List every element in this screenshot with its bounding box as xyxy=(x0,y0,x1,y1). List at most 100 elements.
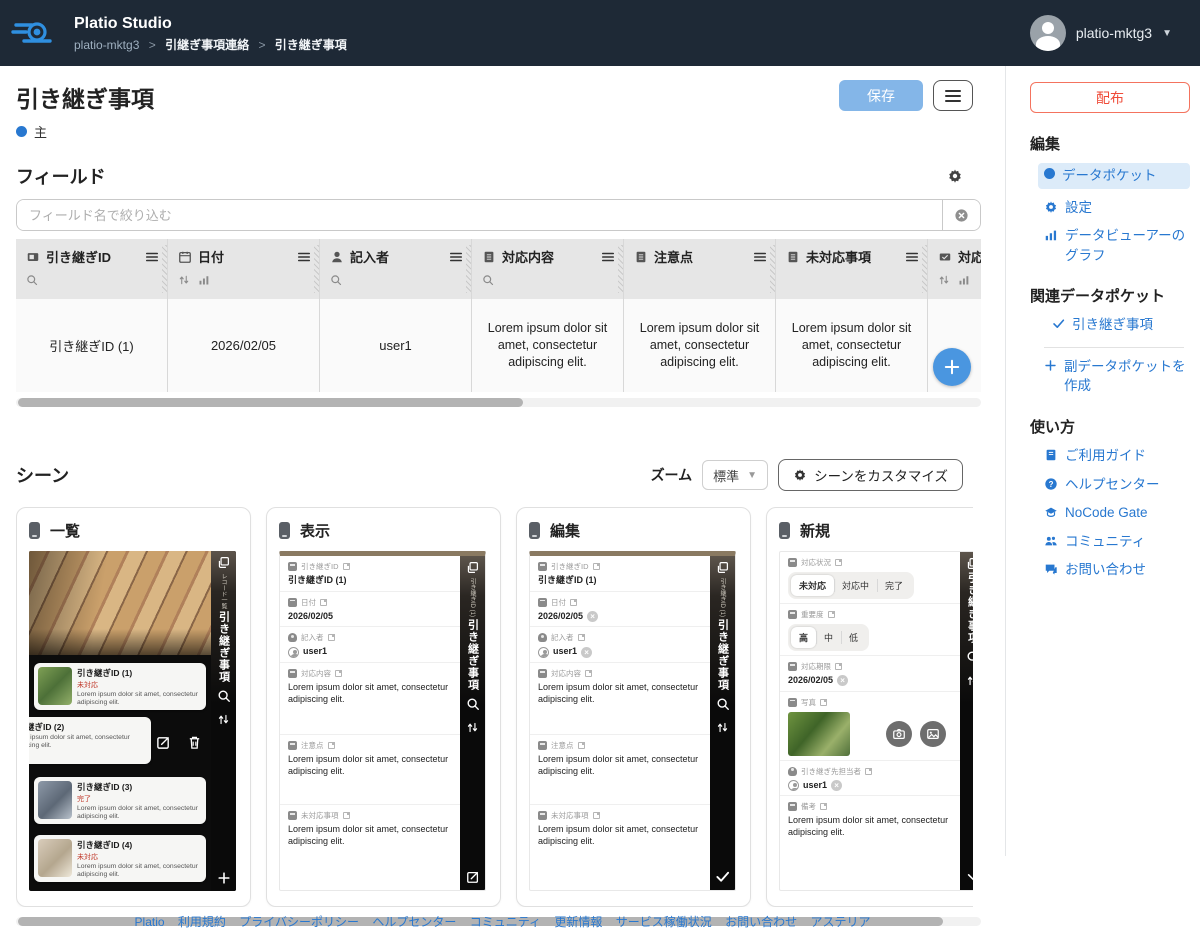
sidebar-item-label: ご利用ガイド xyxy=(1065,446,1146,466)
field-filter-input[interactable] xyxy=(17,200,942,230)
people-icon xyxy=(1044,534,1058,548)
column-header[interactable]: 対応状況 xyxy=(928,239,981,299)
page-menu-button[interactable] xyxy=(933,80,973,111)
column-header[interactable]: 未対応事項 xyxy=(776,239,927,299)
phone-icon xyxy=(779,522,790,539)
pocket-title-vertical: 引き継ぎ事項 xyxy=(465,619,481,691)
sidebar-item-settings[interactable]: 設定 xyxy=(1044,198,1190,218)
footer-link[interactable]: ヘルプセンター xyxy=(372,915,456,929)
footer-link[interactable]: プライバシーポリシー xyxy=(239,915,359,929)
scene-card-list[interactable]: 一覧 レコード一覧 引き継ぎ事項 xyxy=(16,507,251,907)
footer-link[interactable]: Platio xyxy=(135,915,165,929)
document-icon xyxy=(538,741,547,750)
copy-icon xyxy=(966,557,973,570)
related-heading: 関連データポケット xyxy=(1030,285,1190,306)
footer-link[interactable]: サービス稼働状況 xyxy=(616,915,712,929)
table-cell[interactable]: 引き継ぎID (1) xyxy=(16,299,167,392)
sidebar-item-nocode-gate[interactable]: NoCode Gate xyxy=(1044,503,1190,523)
fields-settings-gear-icon[interactable] xyxy=(947,168,963,184)
column-header[interactable]: 対応内容 xyxy=(472,239,623,299)
column-menu-icon[interactable] xyxy=(449,250,463,264)
footer-link[interactable]: 利用規約 xyxy=(178,915,226,929)
scene-card-edit[interactable]: 編集 引き継ぎID引き継ぎID (1) 日付2026/02/05× 記入者use… xyxy=(516,507,751,907)
sidebar-item-dataviewer-chart[interactable]: データビューアーのグラフ xyxy=(1044,226,1194,265)
footer-link[interactable]: コミュニティ xyxy=(470,915,541,929)
edit-icon xyxy=(328,634,335,641)
create-sub-pocket-link[interactable]: 副データポケットを作成 xyxy=(1044,357,1194,396)
scene-card-view[interactable]: 表示 引き継ぎID引き継ぎID (1) 日付2026/02/05 記入者user… xyxy=(266,507,501,907)
avatar xyxy=(538,647,549,658)
sidebar-item-data-pocket[interactable]: データポケット xyxy=(1038,163,1190,189)
phone-icon xyxy=(279,522,290,539)
account-name: platio-mktg3 xyxy=(1076,25,1152,41)
breadcrumb-pocket[interactable]: 引き継ぎ事項 xyxy=(275,38,347,52)
chart-icon xyxy=(1044,228,1058,242)
edit-icon xyxy=(828,611,835,618)
search-icon[interactable] xyxy=(330,274,342,286)
pocket-dot-icon xyxy=(1044,168,1055,179)
table-cell[interactable]: 2026/02/05 xyxy=(168,299,319,392)
column-menu-icon[interactable] xyxy=(905,250,919,264)
avatar[interactable] xyxy=(1030,15,1066,51)
column-header[interactable]: 注意点 xyxy=(624,239,775,299)
list-item: 引き継ぎID (3) 完了 Lorem ipsum dolor sit amet… xyxy=(34,777,206,824)
breadcrumb-org[interactable]: platio-mktg3 xyxy=(74,38,139,52)
divider xyxy=(1044,347,1184,348)
gear-icon xyxy=(1044,200,1058,214)
breadcrumb-app[interactable]: 引継ぎ事項連絡 xyxy=(165,38,249,52)
column-label: 記入者 xyxy=(350,247,389,266)
chevron-down-icon: ▼ xyxy=(747,470,757,481)
zoom-select[interactable]: 標準 ▼ xyxy=(702,460,768,490)
sidebar-item-related-pocket[interactable]: 引き継ぎ事項 xyxy=(1052,315,1190,335)
scene-title: 新規 xyxy=(800,520,830,541)
clear-filter-button[interactable] xyxy=(942,200,980,230)
table-cell[interactable]: Lorem ipsum dolor sit amet, consectetur … xyxy=(624,299,775,392)
distribute-button[interactable]: 配布 xyxy=(1030,82,1190,113)
field-column: 対応内容 Lorem ipsum dolor sit amet, consect… xyxy=(472,239,624,392)
table-cell[interactable]: Lorem ipsum dolor sit amet, consectetur … xyxy=(776,299,927,392)
search-icon[interactable] xyxy=(26,274,38,286)
footer-link[interactable]: 更新情報 xyxy=(554,915,602,929)
sort-icon[interactable] xyxy=(938,274,950,286)
column-header[interactable]: 引き継ぎID xyxy=(16,239,167,299)
search-icon[interactable] xyxy=(482,274,494,286)
column-header[interactable]: 記入者 xyxy=(320,239,471,299)
scene-title: 一覧 xyxy=(50,520,80,541)
account-menu[interactable]: platio-mktg3 ▼ xyxy=(1030,15,1172,51)
scene-caption-vertical: 引き継ぎID (1) xyxy=(718,578,727,617)
footer-link[interactable]: アステリア xyxy=(810,915,870,929)
chart-icon[interactable] xyxy=(198,274,210,286)
customize-scenes-button[interactable]: シーンをカスタマイズ xyxy=(778,459,963,491)
trash-icon xyxy=(187,735,202,750)
sidebar-item-help-center[interactable]: ヘルプセンター xyxy=(1044,475,1190,495)
scrollbar-thumb[interactable] xyxy=(18,398,523,407)
check-icon xyxy=(1052,317,1065,330)
chart-icon[interactable] xyxy=(958,274,970,286)
column-menu-icon[interactable] xyxy=(753,250,767,264)
document-icon xyxy=(634,250,648,264)
search-icon xyxy=(716,697,730,711)
sidebar-item-community[interactable]: コミュニティ xyxy=(1044,532,1190,552)
page-title: 引き継ぎ事項 xyxy=(16,80,154,114)
sidebar-item-contact[interactable]: お問い合わせ xyxy=(1044,560,1190,580)
edit-icon xyxy=(466,870,480,884)
chevron-down-icon: ▼ xyxy=(1162,28,1172,39)
save-button[interactable]: 保存 xyxy=(839,80,923,111)
scene-card-new[interactable]: 新規 対応状況 未対応 対応中 完了 重要度 xyxy=(766,507,973,907)
list-item: 引き継ぎID (4) 未対応 Lorem ipsum dolor sit ame… xyxy=(34,835,206,882)
sort-icon[interactable] xyxy=(178,274,190,286)
column-header[interactable]: 日付 xyxy=(168,239,319,299)
book-icon xyxy=(1044,448,1058,462)
footer-link[interactable]: お問い合わせ xyxy=(725,915,797,929)
column-menu-icon[interactable] xyxy=(145,250,159,264)
person-icon xyxy=(330,250,344,264)
table-horizontal-scrollbar[interactable] xyxy=(16,398,981,407)
table-cell[interactable]: user1 xyxy=(320,299,471,392)
document-icon xyxy=(538,669,547,678)
platio-logo-icon[interactable] xyxy=(10,12,58,54)
sidebar-item-guide[interactable]: ご利用ガイド xyxy=(1044,446,1190,466)
column-menu-icon[interactable] xyxy=(601,250,615,264)
column-menu-icon[interactable] xyxy=(297,250,311,264)
add-record-button[interactable] xyxy=(933,348,971,386)
table-cell[interactable]: Lorem ipsum dolor sit amet, consectetur … xyxy=(472,299,623,392)
